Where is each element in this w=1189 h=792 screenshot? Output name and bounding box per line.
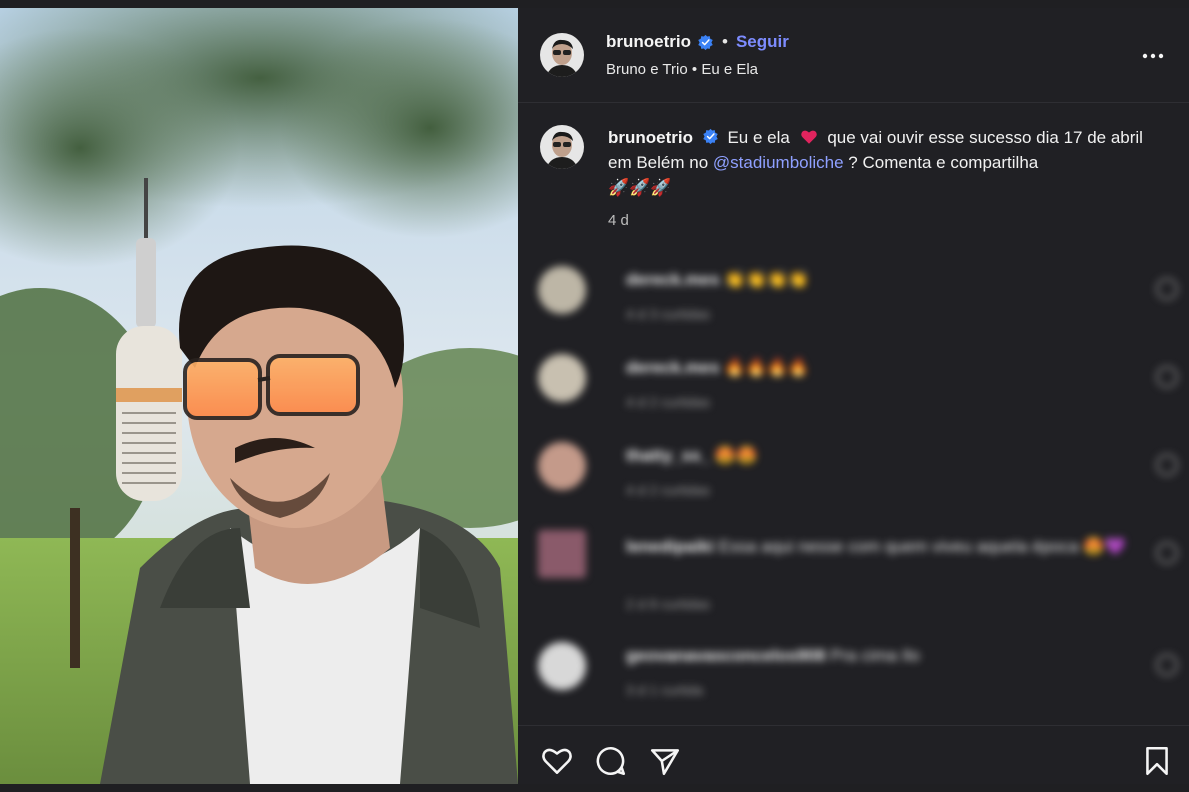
comment-like-icon[interactable] [1156, 454, 1178, 476]
follow-button[interactable]: Seguir [736, 32, 789, 52]
comment-like-icon[interactable] [1156, 654, 1178, 676]
commenter-username[interactable]: thatty_ss_ [626, 446, 710, 465]
comment-meta: 4 d 2 curtidas [626, 394, 711, 410]
verified-badge-icon [698, 34, 713, 50]
commenter-avatar[interactable] [538, 354, 586, 402]
audio-artist: Bruno e Trio [606, 61, 688, 78]
comment-text: 👏👏👏👏 [724, 270, 809, 289]
post-photo[interactable] [0, 8, 518, 784]
separator-dot: • [691, 61, 702, 78]
separator-dot: • [722, 32, 728, 51]
caption-rocket-emojis: 🚀🚀🚀 [608, 178, 672, 197]
audio-song: Eu e Ela [701, 61, 759, 78]
commenter-username[interactable]: dereck.mes [626, 270, 720, 289]
comment-text: Essa aqui nesse com quem viveu aquela ép… [718, 537, 1126, 556]
comment-text: 😍😍 [714, 446, 758, 465]
red-heart-emoji-icon [800, 130, 817, 144]
comment-like-icon[interactable] [1156, 278, 1178, 300]
comment-meta: 3 d 1 curtida [626, 682, 704, 698]
commenter-username[interactable]: geovanavasconcelos908 [626, 646, 825, 665]
caption-username[interactable]: brunoetrio [608, 128, 693, 147]
comment-item: geovanavasconcelos908 Pra cima Ilo 3 d 1… [538, 642, 1178, 702]
more-options-icon[interactable] [1141, 44, 1165, 68]
commenter-username[interactable]: dereck.mes [626, 358, 720, 377]
comment-text: Pra cima Ilo [830, 646, 920, 665]
post-caption: brunoetrio Eu e ela que vai ouvir esse s… [518, 103, 1189, 233]
comment-meta: 4 d 2 curtidas [626, 482, 711, 498]
verified-badge-icon [703, 128, 718, 145]
comment-meta: 4 d 3 curtidas [626, 306, 711, 322]
comment-item: dereck.mes 👏👏👏👏 4 d 3 curtidas [538, 266, 1178, 326]
caption-text: brunoetrio Eu e ela que vai ouvir esse s… [608, 125, 1148, 200]
commenter-avatar[interactable] [538, 442, 586, 490]
photo-illustration [0, 8, 518, 784]
comment-item: thatty_ss_ 😍😍 4 d 2 curtidas [538, 442, 1178, 502]
post-header: brunoetrio • Seguir Bruno e Trio • Eu e … [518, 8, 1189, 103]
comment-like-icon[interactable] [1156, 542, 1178, 564]
comment-item: dereck.mes 🔥🔥🔥🔥 4 d 2 curtidas [538, 354, 1178, 414]
heart-icon[interactable] [540, 744, 574, 778]
caption-part-3: ? Comenta e compartilha [848, 153, 1039, 172]
avatar[interactable] [540, 33, 584, 77]
comment-item: lenedipaiki Essa aqui nesse com quem viv… [538, 530, 1178, 620]
share-icon[interactable] [648, 744, 682, 778]
username[interactable]: brunoetrio [606, 32, 691, 52]
comment-like-icon[interactable] [1156, 366, 1178, 388]
commenter-avatar[interactable] [538, 530, 586, 578]
post-action-bar [518, 725, 1189, 784]
audio-info[interactable]: Bruno e Trio • Eu e Ela [606, 61, 789, 78]
caption-part-1: Eu e ela [727, 128, 790, 147]
post-timestamp[interactable]: 4 d [608, 208, 1148, 233]
comment-text: 🔥🔥🔥🔥 [724, 358, 809, 377]
instagram-post-modal: brunoetrio • Seguir Bruno e Trio • Eu e … [0, 8, 1189, 784]
avatar[interactable] [540, 125, 584, 169]
caption-mention-link[interactable]: @stadiumboliche [713, 153, 844, 172]
comment-meta: 2 d 8 curtidas [626, 596, 711, 612]
commenter-avatar[interactable] [538, 266, 586, 314]
commenter-avatar[interactable] [538, 642, 586, 690]
bookmark-icon[interactable] [1140, 744, 1174, 778]
post-side-panel: brunoetrio • Seguir Bruno e Trio • Eu e … [518, 8, 1189, 784]
comment-icon[interactable] [594, 744, 628, 778]
commenter-username[interactable]: lenedipaiki [626, 537, 714, 556]
